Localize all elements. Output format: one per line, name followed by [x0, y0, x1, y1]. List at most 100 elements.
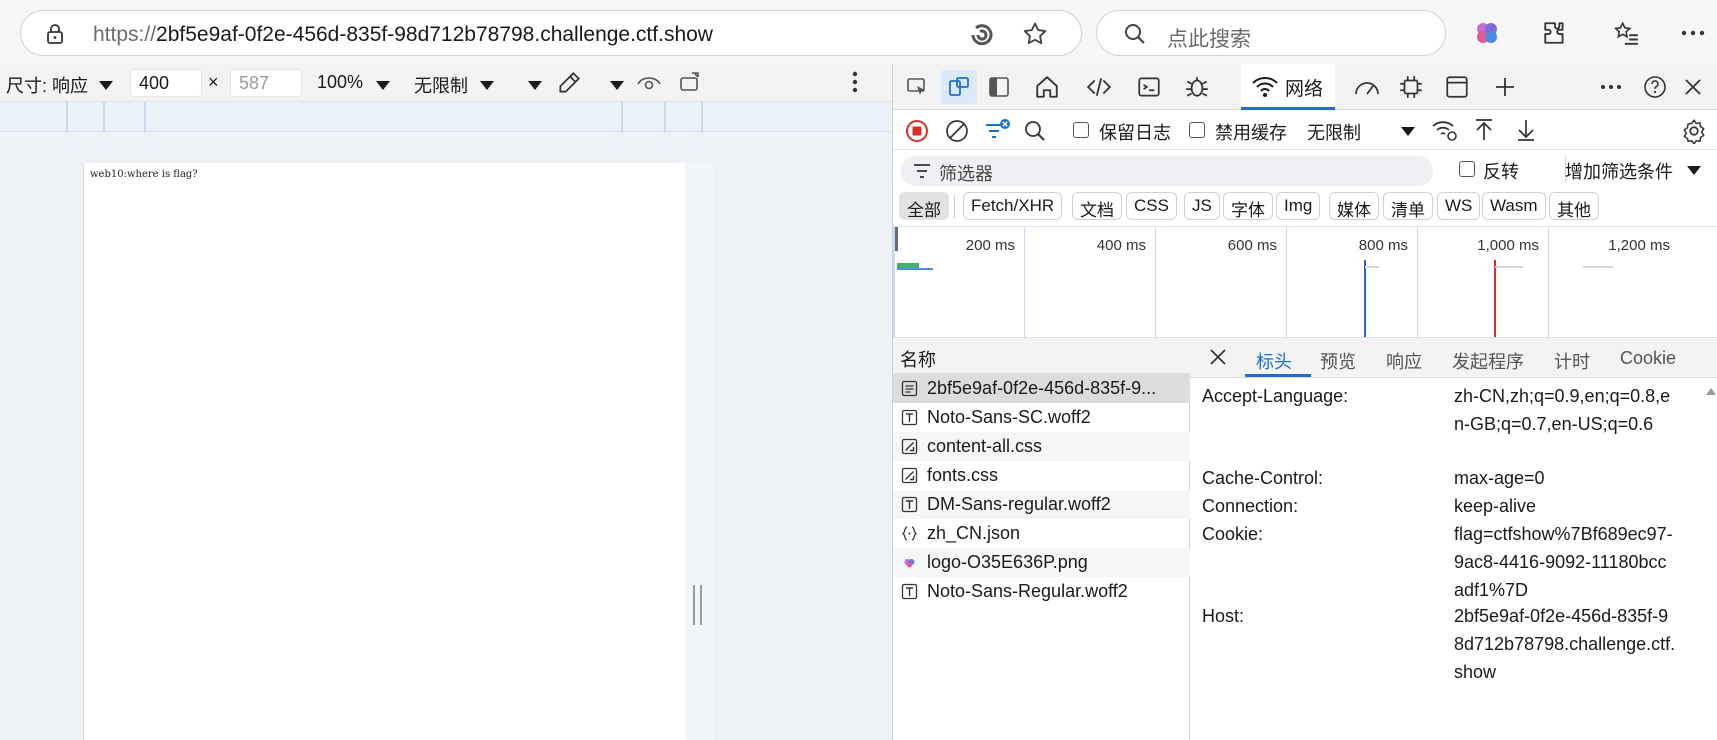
- help-icon[interactable]: [1637, 70, 1673, 104]
- request-row[interactable]: DM-Sans-regular.woff2: [893, 490, 1190, 519]
- close-devtools-icon[interactable]: [1675, 70, 1711, 104]
- type-filter-wasm[interactable]: Wasm: [1482, 192, 1546, 220]
- tab-network[interactable]: 网络: [1241, 64, 1335, 110]
- type-filter-js[interactable]: JS: [1184, 192, 1220, 220]
- console-icon[interactable]: [1131, 70, 1167, 104]
- favorites-list-icon[interactable]: [1610, 16, 1644, 50]
- type-filter-css[interactable]: CSS: [1126, 192, 1177, 220]
- eyedropper-icon[interactable]: [556, 70, 582, 96]
- edge-refresh-icon[interactable]: [969, 21, 995, 47]
- search-network-icon[interactable]: [1023, 119, 1047, 143]
- request-name: content-all.css: [927, 436, 1043, 456]
- more-filters-button[interactable]: 增加筛选条件: [1565, 158, 1673, 184]
- vision-icon[interactable]: [636, 72, 662, 92]
- network-settings-gear-icon[interactable]: [1681, 118, 1707, 144]
- search-box[interactable]: 点此搜索: [1096, 10, 1446, 56]
- font-icon: [901, 409, 918, 426]
- invert-checkbox[interactable]: [1459, 161, 1475, 177]
- request-row[interactable]: Noto-Sans-Regular.woff2: [893, 577, 1190, 606]
- favorite-star-icon[interactable]: [1021, 20, 1049, 48]
- type-filter-all[interactable]: 全部: [899, 192, 949, 220]
- rotate-device-icon[interactable]: [678, 70, 704, 94]
- request-row[interactable]: fonts.css: [893, 461, 1190, 490]
- request-row[interactable]: 2bf5e9af-0f2e-456d-835f-9...: [893, 374, 1190, 403]
- extensions-icon[interactable]: [1538, 16, 1572, 50]
- dimensions-label[interactable]: 尺寸: 响应: [6, 72, 88, 98]
- request-row[interactable]: Noto-Sans-SC.woff2: [893, 403, 1190, 432]
- type-filter-img[interactable]: Img: [1276, 192, 1321, 220]
- filter-input[interactable]: 筛选器: [901, 156, 1433, 186]
- request-list-header[interactable]: 名称: [893, 338, 1190, 374]
- network-throttle-dropdown-icon[interactable]: [1401, 127, 1415, 136]
- request-row[interactable]: logo-O35E636P.png: [893, 548, 1190, 577]
- dock-side-icon[interactable]: [981, 70, 1017, 104]
- type-filter-fetch-xhr[interactable]: Fetch/XHR: [963, 192, 1063, 220]
- lock-icon[interactable]: [45, 22, 65, 46]
- sensor-dropdown-icon[interactable]: [610, 81, 624, 90]
- tab-initiator[interactable]: 发起程序: [1452, 348, 1524, 374]
- welcome-home-icon[interactable]: [1029, 70, 1065, 104]
- devtools-more-icon[interactable]: [1593, 70, 1629, 104]
- tab-cookie[interactable]: Cookie: [1620, 348, 1676, 369]
- device-options-dropdown-icon[interactable]: [528, 81, 542, 90]
- tab-timing[interactable]: 计时: [1554, 348, 1590, 374]
- tab-preview[interactable]: 预览: [1320, 348, 1356, 374]
- network-overview-timeline[interactable]: 200 ms 400 ms 600 ms 800 ms 1,000 ms 1,2…: [893, 226, 1717, 338]
- sources-bug-icon[interactable]: [1179, 70, 1215, 104]
- viewport-width-input[interactable]: 400: [130, 69, 202, 97]
- page-text: web10:where is flag?: [90, 169, 198, 180]
- type-filter-media[interactable]: 媒体: [1329, 192, 1379, 220]
- tab-headers[interactable]: 标头: [1256, 348, 1292, 374]
- filter-funnel-icon[interactable]: [983, 118, 1011, 144]
- headers-scrollbar[interactable]: [1704, 378, 1717, 740]
- record-stop-icon[interactable]: [905, 119, 929, 143]
- type-filter-font[interactable]: 字体: [1223, 192, 1273, 220]
- tab-response[interactable]: 响应: [1386, 348, 1422, 374]
- copilot-icon[interactable]: [1470, 16, 1504, 50]
- viewport-height-input[interactable]: 587: [230, 69, 302, 97]
- disable-cache-checkbox[interactable]: [1189, 122, 1205, 138]
- network-conditions-icon[interactable]: [1431, 117, 1459, 143]
- close-detail-icon[interactable]: [1208, 347, 1228, 367]
- elements-code-icon[interactable]: [1081, 70, 1117, 104]
- type-filter-manifest[interactable]: 清单: [1383, 192, 1433, 220]
- device-more-icon[interactable]: [852, 71, 858, 93]
- device-throttle-select[interactable]: 无限制: [414, 72, 468, 98]
- type-filter-doc[interactable]: 文档: [1072, 192, 1122, 220]
- header-value: flag=ctfshow%7Bf689ec97-9ac8-4416-9092-1…: [1454, 524, 1673, 600]
- search-placeholder: 点此搜索: [1167, 28, 1251, 51]
- memory-chip-icon[interactable]: [1393, 70, 1429, 104]
- media-query-ruler[interactable]: [0, 102, 892, 132]
- export-har-icon[interactable]: [1515, 118, 1537, 142]
- header-key: Connection:: [1202, 496, 1299, 516]
- resource-type-filters: 全部 Fetch/XHR 文档 CSS JS 字体 Img 媒体 清单 WS W…: [893, 188, 1717, 226]
- address-bar[interactable]: https://2bf5e9af-0f2e-456d-835f-98d712b7…: [20, 10, 1082, 56]
- more-options-icon[interactable]: [1676, 16, 1710, 50]
- type-filter-other[interactable]: 其他: [1549, 192, 1599, 220]
- request-detail-panel: 标头 预览 响应 发起程序 计时 Cookie Accept-Language:…: [1190, 338, 1717, 740]
- request-row[interactable]: zh_CN.json: [893, 519, 1190, 548]
- type-filter-ws[interactable]: WS: [1437, 192, 1481, 220]
- request-row[interactable]: content-all.css: [893, 432, 1190, 461]
- resize-handle[interactable]: [693, 585, 702, 625]
- inspect-element-icon[interactable]: [899, 70, 935, 104]
- header-value: keep-alive: [1454, 496, 1537, 516]
- clear-icon[interactable]: [945, 119, 969, 143]
- timeline-bar-gray: [1583, 266, 1613, 268]
- application-panel-icon[interactable]: [1439, 70, 1475, 104]
- timeline-bar-gray: [1495, 266, 1523, 268]
- timeline-gridline: [1286, 227, 1287, 337]
- device-toggle-icon[interactable]: [941, 70, 977, 104]
- dimensions-dropdown-icon[interactable]: [99, 81, 113, 90]
- throttle-dropdown-icon[interactable]: [480, 81, 494, 90]
- import-har-icon[interactable]: [1473, 118, 1495, 142]
- zoom-select[interactable]: 100%: [317, 72, 363, 93]
- preserve-log-checkbox[interactable]: [1073, 122, 1089, 138]
- zoom-dropdown-icon[interactable]: [376, 81, 390, 90]
- more-filters-dropdown-icon[interactable]: [1687, 166, 1701, 175]
- network-throttle-select[interactable]: 无限制: [1307, 119, 1361, 145]
- performance-gauge-icon[interactable]: [1349, 70, 1385, 104]
- timeline-gridline: [1548, 227, 1549, 337]
- add-tool-icon[interactable]: [1487, 70, 1523, 104]
- page-scrollbar[interactable]: [685, 163, 714, 740]
